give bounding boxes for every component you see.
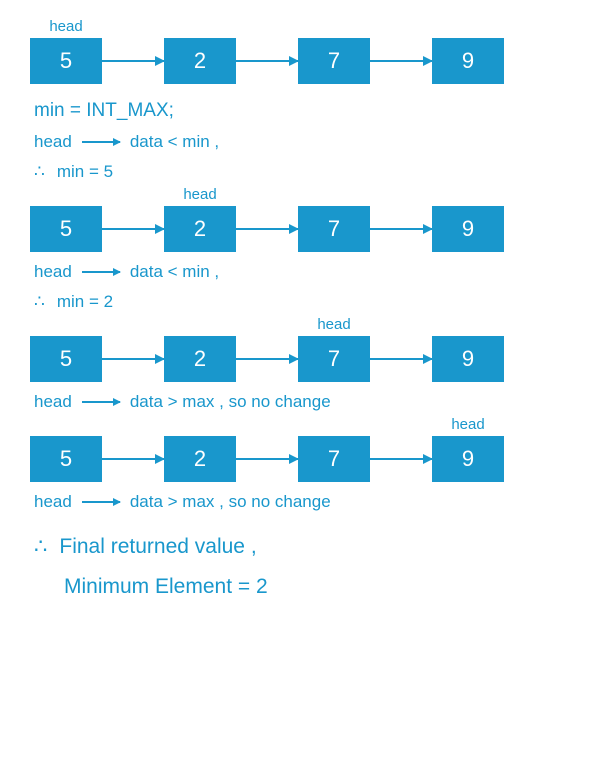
node-value: 2 [194,346,206,372]
head-label: head [49,18,82,35]
linked-list-step-2: 5 2 head 7 9 [30,336,565,382]
text: Final returned value , [59,535,256,559]
list-node: 9 [432,38,504,84]
text: data > max , so no change [130,392,331,412]
condition-line: head data < min , [34,262,565,282]
text: head [34,132,72,152]
list-node: 5 [30,436,102,482]
node-value: 7 [328,216,340,242]
list-node: head 9 [432,436,504,482]
head-label: head [317,316,350,333]
list-node: 9 [432,336,504,382]
list-node: 5 [30,336,102,382]
list-node: 2 [164,436,236,482]
node-value: 9 [462,216,474,242]
arrow-icon [370,458,432,460]
list-node: 7 [298,436,370,482]
node-value: 7 [328,446,340,472]
list-row: 5 2 7 head 9 [30,436,565,482]
arrow-icon [236,228,298,230]
arrow-icon [236,60,298,62]
text: head [34,492,72,512]
text: data > max , so no change [130,492,331,512]
node-value: 7 [328,48,340,74]
result-line: ∴ min = 5 [34,162,565,182]
arrow-icon [102,358,164,360]
node-value: 2 [194,216,206,242]
arrow-icon [370,228,432,230]
node-value: 7 [328,346,340,372]
list-row: 5 head 2 7 9 [30,206,565,252]
arrow-icon [82,141,120,143]
arrow-icon [236,458,298,460]
head-label: head [451,416,484,433]
arrow-icon [82,271,120,273]
init-statement: min = INT_MAX; [34,100,565,122]
list-row: head 5 2 7 9 [30,38,565,84]
text: head [34,392,72,412]
linked-list-step-1: 5 head 2 7 9 [30,206,565,252]
list-node: 7 [298,38,370,84]
arrow-icon [370,358,432,360]
arrow-icon [82,501,120,503]
node-value: 5 [60,446,72,472]
text: data < min , [130,262,219,282]
list-node: 9 [432,206,504,252]
arrow-icon [370,60,432,62]
therefore-symbol: ∴ [34,292,45,312]
arrow-icon [102,60,164,62]
node-value: 9 [462,346,474,372]
linked-list-step-0: head 5 2 7 9 [30,38,565,84]
node-value: 9 [462,446,474,472]
result-line: ∴ min = 2 [34,292,565,312]
therefore-symbol: ∴ [34,534,47,559]
condition-line: head data > max , so no change [34,492,565,512]
node-value: 9 [462,48,474,74]
arrow-icon [102,458,164,460]
therefore-symbol: ∴ [34,162,45,182]
text: head [34,262,72,282]
node-value: 5 [60,346,72,372]
text: Minimum Element = 2 [64,575,268,599]
list-node: head 7 [298,336,370,382]
arrow-icon [236,358,298,360]
text: min = INT_MAX; [34,100,174,122]
node-value: 2 [194,446,206,472]
text: data < min , [130,132,219,152]
list-node: head 5 [30,38,102,84]
list-node: 7 [298,206,370,252]
text: min = 5 [57,162,113,182]
list-node: head 2 [164,206,236,252]
arrow-icon [82,401,120,403]
list-node: 2 [164,336,236,382]
list-node: 5 [30,206,102,252]
list-row: 5 2 head 7 9 [30,336,565,382]
list-node: 2 [164,38,236,84]
final-line-1: ∴ Final returned value , [34,534,565,559]
condition-line: head data > max , so no change [34,392,565,412]
final-line-2: Minimum Element = 2 [64,575,565,599]
node-value: 5 [60,48,72,74]
arrow-icon [102,228,164,230]
node-value: 5 [60,216,72,242]
condition-line: head data < min , [34,132,565,152]
text: min = 2 [57,292,113,312]
head-label: head [183,186,216,203]
node-value: 2 [194,48,206,74]
linked-list-step-3: 5 2 7 head 9 [30,436,565,482]
